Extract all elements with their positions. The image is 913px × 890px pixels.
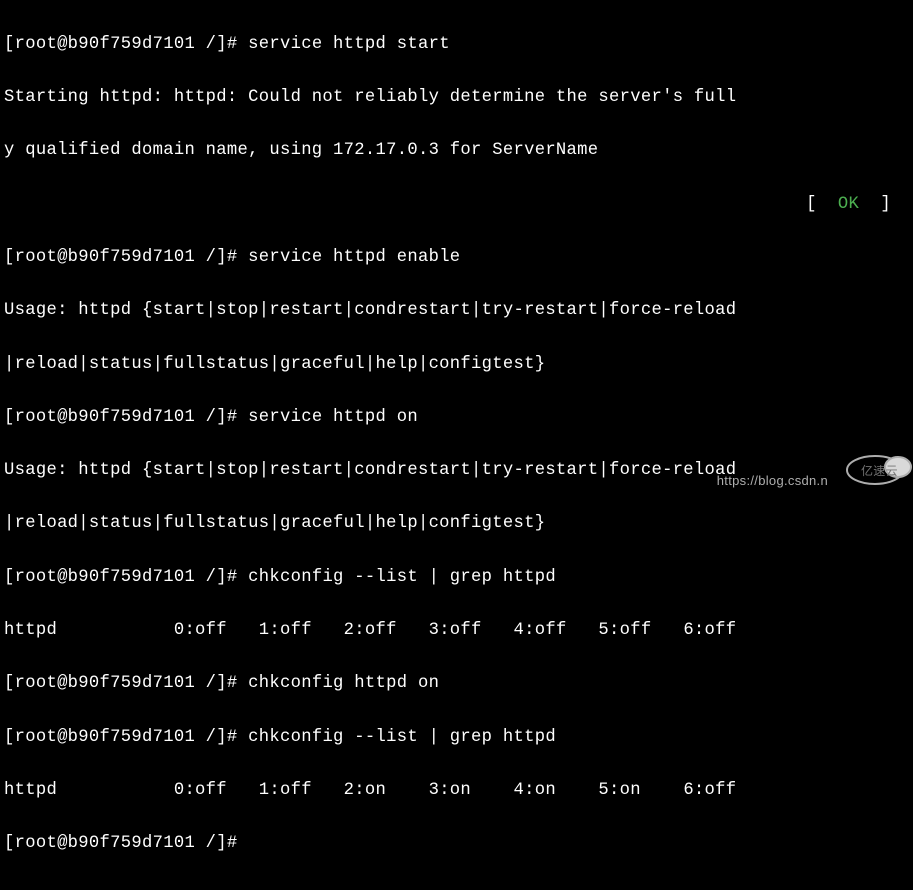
terminal-line: httpd 0:off 1:off 2:on 3:on 4:on 5:on 6:… xyxy=(4,778,909,805)
cursor xyxy=(248,835,257,853)
prompt: [root@b90f759d7101 /]# xyxy=(4,728,248,747)
command-text: chkconfig httpd on xyxy=(248,674,439,693)
output-text: httpd 0:off 1:off 2:off 3:off 4:off 5:of… xyxy=(4,621,736,640)
output-text: |reload|status|fullstatus|graceful|help|… xyxy=(4,355,545,374)
watermark-url: https://blog.csdn.n xyxy=(717,471,828,491)
terminal-line: [root@b90f759d7101 /]# chkconfig --list … xyxy=(4,565,909,592)
status-ok: OK xyxy=(838,195,859,214)
command-text: service httpd start xyxy=(248,35,450,54)
output-text: Starting httpd: httpd: Could not reliabl… xyxy=(4,88,736,107)
terminal-line: httpd 0:off 1:off 2:off 3:off 4:off 5:of… xyxy=(4,618,909,645)
terminal-line: [root@b90f759d7101 /]# service httpd ena… xyxy=(4,245,909,272)
terminal-line: [root@b90f759d7101 /]# service httpd sta… xyxy=(4,32,909,59)
command-text: chkconfig --list | grep httpd xyxy=(248,568,556,587)
command-text: service httpd enable xyxy=(248,248,460,267)
command-text: service httpd on xyxy=(248,408,418,427)
terminal-line: |reload|status|fullstatus|graceful|help|… xyxy=(4,511,909,538)
prompt: [root@b90f759d7101 /]# xyxy=(4,834,248,853)
terminal-line: y qualified domain name, using 172.17.0.… xyxy=(4,138,909,165)
terminal-line: |reload|status|fullstatus|graceful|help|… xyxy=(4,352,909,379)
status-indicator: [ OK ] xyxy=(806,192,909,219)
output-text: Usage: httpd {start|stop|restart|condres… xyxy=(4,301,736,320)
output-text: httpd 0:off 1:off 2:on 3:on 4:on 5:on 6:… xyxy=(4,781,736,800)
terminal-line: [root@b90f759d7101 /]# xyxy=(4,831,909,858)
prompt: [root@b90f759d7101 /]# xyxy=(4,35,248,54)
output-text: |reload|status|fullstatus|graceful|help|… xyxy=(4,514,545,533)
terminal-line: Usage: httpd {start|stop|restart|condres… xyxy=(4,298,909,325)
terminal-line: [root@b90f759d7101 /]# chkconfig --list … xyxy=(4,725,909,752)
terminal-output[interactable]: [root@b90f759d7101 /]# service httpd sta… xyxy=(0,0,913,890)
command-text: chkconfig --list | grep httpd xyxy=(248,728,556,747)
terminal-line: Starting httpd: httpd: Could not reliabl… xyxy=(4,85,909,112)
svg-text:亿速云: 亿速云 xyxy=(861,463,898,478)
output-text: y qualified domain name, using 172.17.0.… xyxy=(4,141,598,160)
watermark-logo-icon: 亿速云 xyxy=(843,450,913,499)
prompt: [root@b90f759d7101 /]# xyxy=(4,248,248,267)
prompt: [root@b90f759d7101 /]# xyxy=(4,408,248,427)
terminal-line: [root@b90f759d7101 /]# service httpd on xyxy=(4,405,909,432)
prompt: [root@b90f759d7101 /]# xyxy=(4,674,248,693)
prompt: [root@b90f759d7101 /]# xyxy=(4,568,248,587)
output-text: Usage: httpd {start|stop|restart|condres… xyxy=(4,461,736,480)
terminal-line: [root@b90f759d7101 /]# chkconfig httpd o… xyxy=(4,671,909,698)
